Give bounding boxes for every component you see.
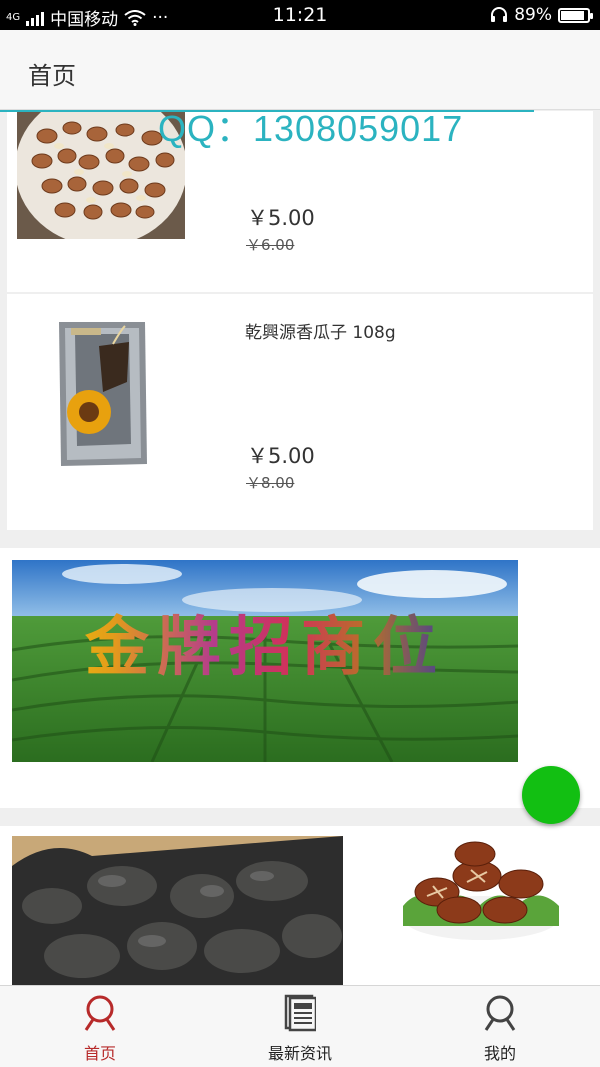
product-card[interactable]: 乾興源香瓜子 108g ￥5.00 ￥8.00: [7, 294, 593, 530]
qq-watermark: QQ：1308059017: [158, 108, 464, 149]
ad-banner[interactable]: 金牌招商位: [12, 560, 518, 762]
tab-home[interactable]: 首页: [0, 986, 200, 1067]
profile-icon: [484, 995, 516, 1031]
banner-title: 金牌招商位: [12, 596, 518, 688]
floating-action-button[interactable]: [522, 766, 580, 824]
home-feed[interactable]: ￥5.00 ￥6.00 乾興源香瓜子 108g ￥5.00 ￥8.00 金牌招商…: [0, 111, 600, 985]
product-name: 乾興源香瓜子 108g: [245, 323, 396, 343]
status-bar: 4G 中国移动 ··· 11:21 89%: [0, 0, 600, 30]
battery-icon: [558, 7, 593, 23]
page-title: 首页: [28, 62, 76, 90]
product-price: ￥5.00: [247, 206, 315, 230]
black-fungus-image[interactable]: [12, 836, 343, 985]
headset-icon: [491, 7, 508, 22]
app-header: 首页: [0, 30, 600, 110]
battery-percent: 89%: [514, 5, 552, 25]
product-price: ￥5.00: [247, 444, 315, 468]
battery-fill: [561, 10, 585, 20]
category-section: [0, 826, 600, 985]
product-old-price: ￥8.00: [246, 474, 295, 492]
tab-profile[interactable]: 我的: [400, 986, 600, 1067]
status-right: 89%: [490, 5, 593, 25]
tab-news[interactable]: 最新资讯: [200, 986, 400, 1067]
tab-label: 首页: [83, 1044, 116, 1063]
watermark-underline: [0, 110, 534, 112]
app-screen: 4G 中国移动 ··· 11:21 89% 首页 QQ：1308059017 ￥…: [0, 0, 600, 1067]
product-old-price: ￥6.00: [246, 236, 295, 254]
tab-label: 最新资讯: [267, 1044, 332, 1063]
home-person-icon: [84, 995, 116, 1031]
sunflower-seeds-bag-image: [17, 314, 185, 474]
mushroom-dish-image[interactable]: [399, 836, 563, 944]
bottom-tab-bar: 首页 最新资讯 我的: [0, 985, 600, 1067]
ad-banner-section: 金牌招商位: [0, 548, 600, 808]
news-icon: [284, 994, 316, 1032]
tab-label: 我的: [483, 1044, 516, 1063]
